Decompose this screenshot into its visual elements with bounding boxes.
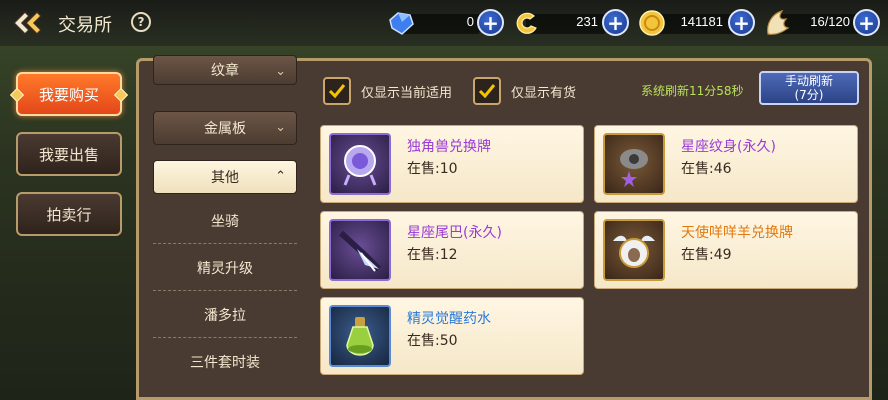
gem-value: 0 <box>466 14 474 29</box>
refresh-button-cost: (7分) <box>794 88 824 102</box>
category-emblem[interactable]: 纹章 ⌄ <box>153 55 297 85</box>
currency-wing: 16/120 + <box>762 8 882 38</box>
refresh-timer: 系统刷新11分58秒 <box>641 84 744 98</box>
item-name: 天使咩咩羊兑换牌 <box>681 225 793 241</box>
category-label: 金属板 <box>204 121 246 137</box>
unicorn-badge-icon <box>329 133 391 195</box>
category-label: 纹章 <box>211 63 239 79</box>
currency-swirl: 231 + <box>512 8 632 38</box>
angel-sheep-badge-icon <box>603 219 665 281</box>
item-name: 精灵觉醒药水 <box>407 311 491 327</box>
item-stock: 在售:46 <box>681 161 732 177</box>
item-card[interactable]: 星座尾巴(永久) 在售:12 <box>320 211 584 289</box>
gold-swirl-icon <box>512 8 542 38</box>
item-card[interactable]: 天使咩咩羊兑换牌 在售:49 <box>594 211 858 289</box>
diamond-icon <box>9 87 25 103</box>
buy-tab-label: 我要购买 <box>38 85 99 104</box>
add-coin-button[interactable]: + <box>728 9 755 36</box>
help-icon[interactable]: ? <box>131 12 151 32</box>
diamond-icon <box>113 87 129 103</box>
chevron-down-icon: ⌄ <box>275 64 286 79</box>
auction-tab-label: 拍卖行 <box>46 205 92 224</box>
item-card[interactable]: 独角兽兑换牌 在售:10 <box>320 125 584 203</box>
only-applicable-checkbox[interactable] <box>323 77 351 105</box>
subcategory-costume-set[interactable]: 三件套时装 <box>153 339 297 385</box>
potion-icon <box>329 305 391 367</box>
coin-value: 141181 <box>680 14 723 29</box>
item-stock: 在售:12 <box>407 247 458 263</box>
constellation-tail-icon <box>329 219 391 281</box>
subcategory-mount[interactable]: 坐骑 <box>153 198 297 244</box>
item-name: 星座纹身(永久) <box>681 139 776 155</box>
checkmark-icon <box>478 84 496 99</box>
only-applicable-label: 仅显示当前适用 <box>361 86 453 101</box>
auction-tab[interactable]: 拍卖行 <box>16 192 122 236</box>
chevron-down-icon: ⌄ <box>275 120 286 135</box>
swirl-value: 231 <box>576 14 598 29</box>
currency-gem: 0 + <box>386 8 506 38</box>
category-metal-plate[interactable]: 金属板 ⌄ <box>153 111 297 145</box>
subcategory-spirit-upgrade[interactable]: 精灵升级 <box>153 245 297 291</box>
blue-gem-icon <box>386 8 416 38</box>
sell-tab[interactable]: 我要出售 <box>16 132 122 176</box>
add-wing-button[interactable]: + <box>853 9 880 36</box>
constellation-tattoo-icon <box>603 133 665 195</box>
refresh-button-label: 手动刷新 <box>784 74 833 88</box>
category-list[interactable]: 纹章 ⌄ 金属板 ⌄ 其他 ⌃ 坐骑 精灵升级 潘多拉 三件套时装 <box>149 55 297 400</box>
item-stock: 在售:10 <box>407 161 458 177</box>
checkmark-icon <box>328 84 346 99</box>
back-arrow-icon[interactable] <box>10 8 44 38</box>
manual-refresh-button[interactable]: 手动刷新 (7分) <box>759 71 859 105</box>
only-in-stock-checkbox[interactable] <box>473 77 501 105</box>
page-title: 交易所 <box>58 15 112 36</box>
add-swirl-button[interactable]: + <box>602 9 629 36</box>
gold-coin-icon <box>637 8 667 38</box>
item-card[interactable]: 星座纹身(永久) 在售:46 <box>594 125 858 203</box>
wing-icon <box>762 8 792 38</box>
currency-coin: 141181 + <box>637 8 757 38</box>
top-bar: 交易所 ? 0 + 231 + 141181 + 16/120 + <box>0 0 888 46</box>
only-in-stock-label: 仅显示有货 <box>511 86 577 101</box>
item-card[interactable]: 精灵觉醒药水 在售:50 <box>320 297 584 375</box>
add-gem-button[interactable]: + <box>477 9 504 36</box>
wing-value: 16/120 <box>810 14 850 29</box>
item-name: 星座尾巴(永久) <box>407 225 502 241</box>
chevron-up-icon: ⌃ <box>275 169 286 184</box>
sell-tab-label: 我要出售 <box>38 145 99 164</box>
subcategory-pandora[interactable]: 潘多拉 <box>153 292 297 338</box>
buy-tab[interactable]: 我要购买 <box>9 72 129 116</box>
item-stock: 在售:50 <box>407 333 458 349</box>
market-panel: 纹章 ⌄ 金属板 ⌄ 其他 ⌃ 坐骑 精灵升级 潘多拉 三件套时装 仅显示当前适… <box>136 55 872 400</box>
category-label: 其他 <box>211 170 239 186</box>
item-stock: 在售:49 <box>681 247 732 263</box>
category-other[interactable]: 其他 ⌃ <box>153 160 297 194</box>
item-name: 独角兽兑换牌 <box>407 139 491 155</box>
